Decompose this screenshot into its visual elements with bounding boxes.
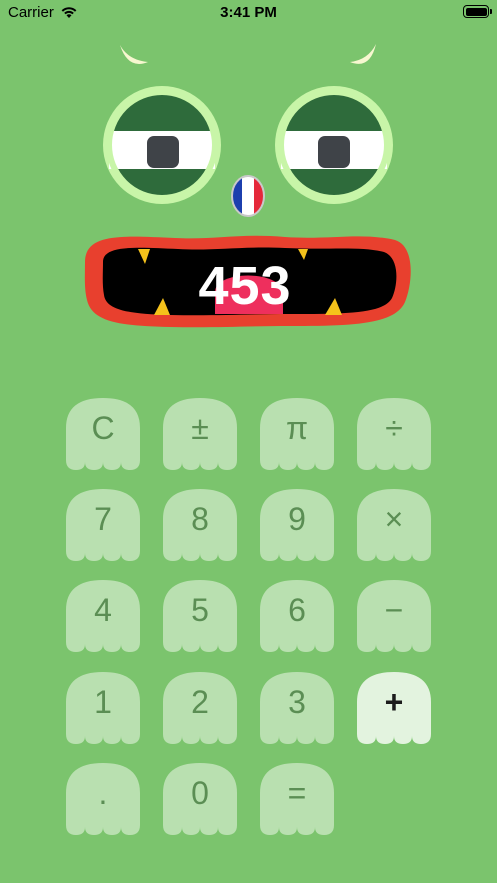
key-label: ÷: [385, 410, 403, 446]
key-label: =: [287, 775, 307, 811]
key-label: ×: [384, 501, 404, 537]
decimal-button[interactable]: .: [66, 763, 140, 835]
key-label: 6: [288, 592, 306, 628]
key-label: 3: [288, 684, 306, 720]
key-label: π: [285, 410, 309, 446]
three-button[interactable]: 3: [260, 672, 334, 744]
eight-button[interactable]: 8: [163, 489, 237, 561]
key-label: ±: [191, 410, 209, 446]
key-label: +: [384, 684, 404, 720]
plus-minus-button[interactable]: ±: [163, 398, 237, 470]
divide-button[interactable]: ÷: [357, 398, 431, 470]
key-label: 1: [94, 684, 112, 720]
six-button[interactable]: 6: [260, 580, 334, 652]
plus-button[interactable]: +: [357, 672, 431, 744]
key-label: 8: [191, 501, 209, 537]
five-button[interactable]: 5: [163, 580, 237, 652]
seven-button[interactable]: 7: [66, 489, 140, 561]
key-label: 4: [94, 592, 112, 628]
nine-button[interactable]: 9: [260, 489, 334, 561]
key-label: 5: [191, 592, 209, 628]
multiply-button[interactable]: ×: [357, 489, 431, 561]
key-label: 2: [191, 684, 209, 720]
minus-button[interactable]: −: [357, 580, 431, 652]
four-button[interactable]: 4: [66, 580, 140, 652]
key-label: C: [91, 410, 115, 446]
pi-button[interactable]: π: [260, 398, 334, 470]
keypad: C ± π ÷ 7 8 9 × 4 5 6 − 1 2 3 +. 0 =: [0, 0, 497, 883]
key-label: 9: [288, 501, 306, 537]
key-label: −: [384, 592, 404, 628]
clear-button[interactable]: C: [66, 398, 140, 470]
key-label: 0: [191, 775, 209, 811]
key-label: .: [98, 775, 108, 811]
key-label: 7: [94, 501, 112, 537]
zero-button[interactable]: 0: [163, 763, 237, 835]
one-button[interactable]: 1: [66, 672, 140, 744]
two-button[interactable]: 2: [163, 672, 237, 744]
equals-button[interactable]: =: [260, 763, 334, 835]
